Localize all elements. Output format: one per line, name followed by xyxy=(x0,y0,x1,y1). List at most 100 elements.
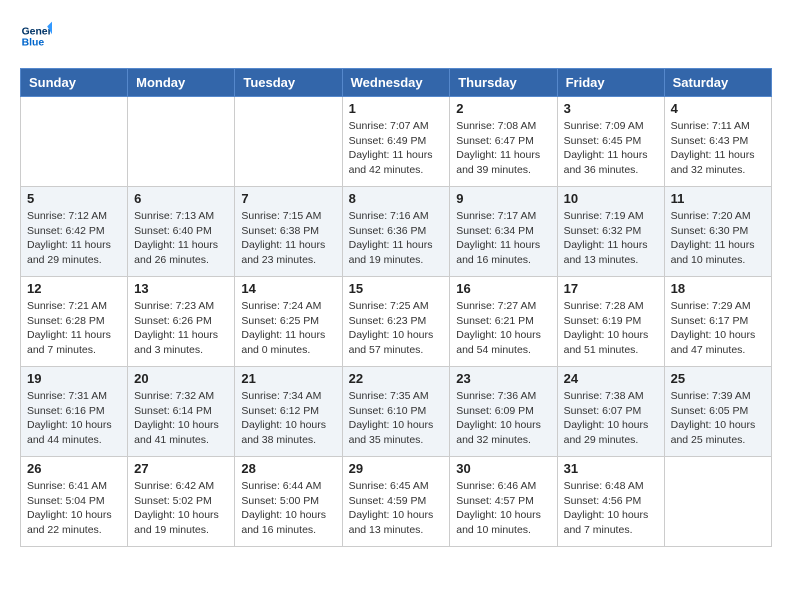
calendar-week-row: 1Sunrise: 7:07 AMSunset: 6:49 PMDaylight… xyxy=(21,97,772,187)
day-number: 15 xyxy=(349,281,444,296)
calendar-cell: 11Sunrise: 7:20 AMSunset: 6:30 PMDayligh… xyxy=(664,187,771,277)
calendar-cell: 2 Sunrise: 7:08 AMSunset: 6:47 PMDaylight… xyxy=(450,97,557,187)
day-info: Sunrise: 7:19 AMSunset: 6:32 PMDaylight:… xyxy=(564,209,658,268)
page-header: General Blue xyxy=(20,20,772,52)
calendar-cell: 3 Sunrise: 7:09 AMSunset: 6:45 PMDaylight… xyxy=(557,97,664,187)
day-number: 29 xyxy=(349,461,444,476)
day-number: 8 xyxy=(349,191,444,206)
day-number: 7 xyxy=(241,191,335,206)
day-number: 9 xyxy=(456,191,550,206)
day-number: 26 xyxy=(27,461,121,476)
calendar-cell: 4 Sunrise: 7:11 AMSunset: 6:43 PMDaylight… xyxy=(664,97,771,187)
day-info: Sunrise: 7:07 AMSunset: 6:49 PMDaylight:… xyxy=(349,119,444,178)
day-number: 28 xyxy=(241,461,335,476)
calendar-week-row: 12 Sunrise: 7:21 AMSunset: 6:28 PMDayligh… xyxy=(21,277,772,367)
day-number: 3 xyxy=(564,101,658,116)
logo-icon: General Blue xyxy=(20,20,52,52)
day-number: 2 xyxy=(456,101,550,116)
day-info: Sunrise: 7:24 AMSunset: 6:25 PMDaylight:… xyxy=(241,299,335,358)
calendar-cell: 13Sunrise: 7:23 AMSunset: 6:26 PMDayligh… xyxy=(128,277,235,367)
day-number: 10 xyxy=(564,191,658,206)
calendar-cell: 1Sunrise: 7:07 AMSunset: 6:49 PMDaylight… xyxy=(342,97,450,187)
calendar-cell: 29 Sunrise: 6:45 AMSunset: 4:59 PMDayligh… xyxy=(342,457,450,547)
day-info: Sunrise: 7:34 AMSunset: 6:12 PMDaylight:… xyxy=(241,389,335,448)
day-of-week-header: Friday xyxy=(557,69,664,97)
day-number: 25 xyxy=(671,371,765,386)
calendar-header-row: SundayMondayTuesdayWednesdayThursdayFrid… xyxy=(21,69,772,97)
day-info: Sunrise: 7:17 AMSunset: 6:34 PMDaylight:… xyxy=(456,209,550,268)
svg-text:General: General xyxy=(22,26,52,37)
calendar-cell: 21 Sunrise: 7:34 AMSunset: 6:12 PMDayligh… xyxy=(235,367,342,457)
day-number: 19 xyxy=(27,371,121,386)
calendar-week-row: 19 Sunrise: 7:31 AMSunset: 6:16 PMDayligh… xyxy=(21,367,772,457)
calendar-cell: 30 Sunrise: 6:46 AMSunset: 4:57 PMDayligh… xyxy=(450,457,557,547)
day-of-week-header: Saturday xyxy=(664,69,771,97)
day-number: 4 xyxy=(671,101,765,116)
day-number: 5 xyxy=(27,191,121,206)
day-number: 30 xyxy=(456,461,550,476)
day-info: Sunrise: 7:13 AMSunset: 6:40 PMDaylight:… xyxy=(134,209,228,268)
day-info: Sunrise: 7:21 AMSunset: 6:28 PMDaylight:… xyxy=(27,299,121,358)
day-number: 22 xyxy=(349,371,444,386)
day-number: 17 xyxy=(564,281,658,296)
day-number: 31 xyxy=(564,461,658,476)
calendar-cell: 8Sunrise: 7:16 AMSunset: 6:36 PMDaylight… xyxy=(342,187,450,277)
day-of-week-header: Thursday xyxy=(450,69,557,97)
calendar-cell: 16 Sunrise: 7:27 AMSunset: 6:21 PMDayligh… xyxy=(450,277,557,367)
calendar-cell xyxy=(128,97,235,187)
day-info: Sunrise: 7:27 AMSunset: 6:21 PMDaylight:… xyxy=(456,299,550,358)
calendar-cell: 5 Sunrise: 7:12 AMSunset: 6:42 PMDaylight… xyxy=(21,187,128,277)
calendar-cell: 14 Sunrise: 7:24 AMSunset: 6:25 PMDayligh… xyxy=(235,277,342,367)
calendar-cell: 28 Sunrise: 6:44 AMSunset: 5:00 PMDayligh… xyxy=(235,457,342,547)
day-info: Sunrise: 7:11 AMSunset: 6:43 PMDaylight:… xyxy=(671,119,765,178)
day-info: Sunrise: 6:42 AMSunset: 5:02 PMDaylight:… xyxy=(134,479,228,538)
day-info: Sunrise: 6:46 AMSunset: 4:57 PMDaylight:… xyxy=(456,479,550,538)
day-number: 12 xyxy=(27,281,121,296)
logo: General Blue xyxy=(20,20,52,52)
day-info: Sunrise: 7:08 AMSunset: 6:47 PMDaylight:… xyxy=(456,119,550,178)
calendar-cell: 24 Sunrise: 7:38 AMSunset: 6:07 PMDayligh… xyxy=(557,367,664,457)
calendar-cell: 17 Sunrise: 7:28 AMSunset: 6:19 PMDayligh… xyxy=(557,277,664,367)
day-info: Sunrise: 7:39 AMSunset: 6:05 PMDaylight:… xyxy=(671,389,765,448)
day-number: 6 xyxy=(134,191,228,206)
day-info: Sunrise: 7:25 AMSunset: 6:23 PMDaylight:… xyxy=(349,299,444,358)
day-info: Sunrise: 7:31 AMSunset: 6:16 PMDaylight:… xyxy=(27,389,121,448)
day-of-week-header: Sunday xyxy=(21,69,128,97)
svg-text:Blue: Blue xyxy=(22,38,45,49)
day-number: 14 xyxy=(241,281,335,296)
calendar-cell: 12 Sunrise: 7:21 AMSunset: 6:28 PMDayligh… xyxy=(21,277,128,367)
calendar-cell: 15 Sunrise: 7:25 AMSunset: 6:23 PMDayligh… xyxy=(342,277,450,367)
day-number: 21 xyxy=(241,371,335,386)
day-info: Sunrise: 7:32 AMSunset: 6:14 PMDaylight:… xyxy=(134,389,228,448)
day-number: 11 xyxy=(671,191,765,206)
calendar-cell: 25 Sunrise: 7:39 AMSunset: 6:05 PMDayligh… xyxy=(664,367,771,457)
calendar-cell: 26Sunrise: 6:41 AMSunset: 5:04 PMDayligh… xyxy=(21,457,128,547)
day-number: 24 xyxy=(564,371,658,386)
day-of-week-header: Tuesday xyxy=(235,69,342,97)
calendar-cell: 9 Sunrise: 7:17 AMSunset: 6:34 PMDaylight… xyxy=(450,187,557,277)
day-info: Sunrise: 7:38 AMSunset: 6:07 PMDaylight:… xyxy=(564,389,658,448)
day-info: Sunrise: 7:23 AMSunset: 6:26 PMDaylight:… xyxy=(134,299,228,358)
day-info: Sunrise: 7:35 AMSunset: 6:10 PMDaylight:… xyxy=(349,389,444,448)
calendar-cell: 18Sunrise: 7:29 AMSunset: 6:17 PMDayligh… xyxy=(664,277,771,367)
calendar-cell: 6 Sunrise: 7:13 AMSunset: 6:40 PMDaylight… xyxy=(128,187,235,277)
calendar-cell: 31 Sunrise: 6:48 AMSunset: 4:56 PMDayligh… xyxy=(557,457,664,547)
calendar-cell: 27Sunrise: 6:42 AMSunset: 5:02 PMDayligh… xyxy=(128,457,235,547)
day-info: Sunrise: 6:48 AMSunset: 4:56 PMDaylight:… xyxy=(564,479,658,538)
calendar-cell: 20Sunrise: 7:32 AMSunset: 6:14 PMDayligh… xyxy=(128,367,235,457)
day-info: Sunrise: 7:15 AMSunset: 6:38 PMDaylight:… xyxy=(241,209,335,268)
calendar-cell: 19 Sunrise: 7:31 AMSunset: 6:16 PMDayligh… xyxy=(21,367,128,457)
calendar-cell: 7 Sunrise: 7:15 AMSunset: 6:38 PMDaylight… xyxy=(235,187,342,277)
calendar-cell: 22 Sunrise: 7:35 AMSunset: 6:10 PMDayligh… xyxy=(342,367,450,457)
day-info: Sunrise: 6:45 AMSunset: 4:59 PMDaylight:… xyxy=(349,479,444,538)
calendar-cell xyxy=(21,97,128,187)
day-info: Sunrise: 6:44 AMSunset: 5:00 PMDaylight:… xyxy=(241,479,335,538)
day-info: Sunrise: 7:09 AMSunset: 6:45 PMDaylight:… xyxy=(564,119,658,178)
calendar-cell xyxy=(235,97,342,187)
calendar-table: SundayMondayTuesdayWednesdayThursdayFrid… xyxy=(20,68,772,547)
day-number: 16 xyxy=(456,281,550,296)
day-info: Sunrise: 7:12 AMSunset: 6:42 PMDaylight:… xyxy=(27,209,121,268)
day-of-week-header: Wednesday xyxy=(342,69,450,97)
calendar-week-row: 5 Sunrise: 7:12 AMSunset: 6:42 PMDaylight… xyxy=(21,187,772,277)
day-info: Sunrise: 7:28 AMSunset: 6:19 PMDaylight:… xyxy=(564,299,658,358)
